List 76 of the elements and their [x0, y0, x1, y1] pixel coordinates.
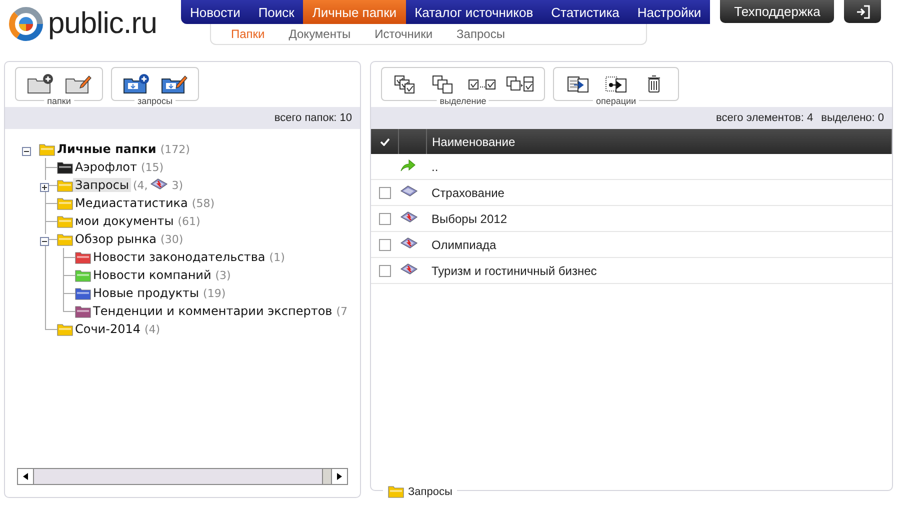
- menu-tab[interactable]: Каталог источников: [406, 0, 542, 24]
- menu-tab[interactable]: Настройки: [628, 0, 710, 24]
- tree-item[interactable]: Сочи-2014: [73, 322, 142, 336]
- query-icon: [400, 263, 418, 275]
- column-header[interactable]: Наименование: [426, 129, 892, 154]
- submenu-tab[interactable]: Документы: [276, 24, 363, 44]
- status-text: всего элементов: 4: [716, 112, 814, 124]
- item-count: (61): [178, 214, 200, 228]
- tree-item[interactable]: Тенденции и комментарии экспертов: [91, 304, 334, 318]
- exit-button[interactable]: [844, 0, 882, 23]
- checkmark-icon: [380, 138, 390, 146]
- up-arrow-icon[interactable]: [400, 158, 416, 172]
- submenu-tab[interactable]: Источники: [362, 24, 445, 44]
- support-button[interactable]: Техподдержка: [720, 0, 834, 23]
- tree-item[interactable]: Новости компаний: [91, 268, 214, 282]
- left-arrow-icon[interactable]: [23, 473, 28, 480]
- query-icon: [400, 237, 418, 249]
- menu-tab[interactable]: Поиск: [249, 0, 304, 24]
- status-text: выделено: 0: [821, 112, 884, 124]
- row-checkbox[interactable]: [378, 213, 391, 226]
- tree-item[interactable]: Обзор рынка: [73, 232, 159, 246]
- item-count: (1): [269, 250, 285, 264]
- group-label: папки: [44, 96, 74, 106]
- menu-tab[interactable]: Личные папки: [303, 0, 406, 24]
- tree-item[interactable]: Запросы: [73, 178, 131, 192]
- folder-count: всего папок: 10: [274, 112, 352, 124]
- expand-toggle[interactable]: [40, 180, 49, 189]
- horizontal-scrollbar[interactable]: [17, 468, 348, 485]
- collapse-toggle[interactable]: [22, 144, 31, 153]
- item-count: (4): [144, 322, 160, 336]
- exit-icon: [856, 4, 870, 18]
- menu-tab[interactable]: Новости: [181, 0, 250, 24]
- item-count: 3): [172, 178, 184, 192]
- collapse-toggle[interactable]: [40, 234, 49, 243]
- query-pencil-icon[interactable]: [160, 74, 188, 94]
- table-cell[interactable]: Страхование: [426, 180, 892, 206]
- tree-item[interactable]: Аэрофлот: [73, 160, 140, 174]
- invert-selection-icon[interactable]: [506, 74, 534, 94]
- item-count: (30): [160, 232, 184, 246]
- folder-plus-icon[interactable]: [26, 74, 54, 94]
- logo-icon: [8, 6, 44, 42]
- tree-item[interactable]: мои документы: [73, 214, 176, 228]
- submenu-tab[interactable]: Запросы: [444, 24, 517, 44]
- table-cell[interactable]: ..: [426, 154, 892, 180]
- group-label: выделение: [436, 96, 490, 106]
- menu-tab[interactable]: Статистика: [542, 0, 628, 24]
- item-count: (7: [336, 304, 348, 318]
- item-count: (4,: [132, 178, 148, 192]
- table-cell[interactable]: Олимпиада: [426, 232, 892, 258]
- group-label: операции: [592, 96, 640, 106]
- item-count: (172): [160, 142, 190, 156]
- folder-label: Запросы: [408, 486, 452, 498]
- row-checkbox[interactable]: [378, 187, 391, 200]
- query-icon: [400, 211, 418, 223]
- table-cell[interactable]: Выборы 2012: [426, 206, 892, 232]
- group-label: запросы: [134, 96, 176, 106]
- query-icon: [400, 185, 418, 197]
- item-count: (58): [192, 196, 214, 210]
- row-checkbox[interactable]: [378, 265, 391, 278]
- query-plus-icon[interactable]: [122, 74, 150, 94]
- right-arrow-icon[interactable]: [337, 473, 342, 480]
- row-checkbox[interactable]: [378, 239, 391, 252]
- tree-item[interactable]: Личные папки: [55, 142, 158, 156]
- folder-pencil-icon[interactable]: [64, 74, 92, 94]
- item-count: (19): [203, 286, 226, 300]
- query-icon: [150, 178, 168, 190]
- tree-item[interactable]: Медиастатистика: [73, 196, 190, 210]
- scrollbar-track[interactable]: [323, 469, 331, 484]
- item-count: (15): [141, 160, 164, 174]
- tree-item[interactable]: Новости законодательства: [91, 250, 268, 264]
- column-header: [398, 129, 426, 154]
- select-column-header[interactable]: [371, 129, 398, 154]
- logo-text[interactable]: public.ru: [48, 9, 157, 39]
- table-cell[interactable]: Туризм и гостиничный бизнес: [426, 258, 892, 284]
- tree-item[interactable]: Новые продукты: [91, 286, 202, 300]
- item-count: (3): [215, 268, 231, 282]
